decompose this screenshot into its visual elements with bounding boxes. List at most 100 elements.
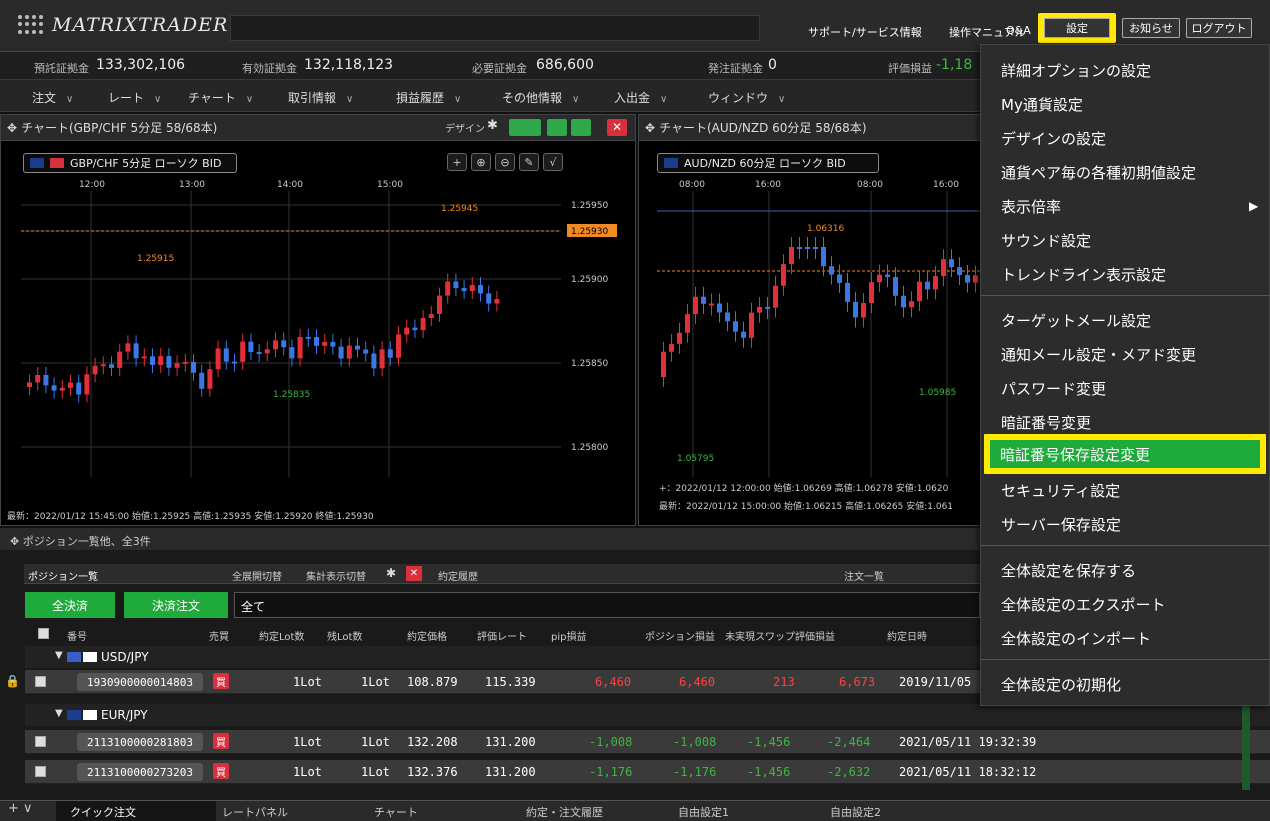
table-row[interactable]: 2113100000273203 買 1Lot 1Lot 132.376 131… <box>25 760 1270 784</box>
logout-button[interactable]: ログアウト <box>1186 18 1252 38</box>
crosshair-icon[interactable]: + <box>447 153 467 171</box>
col-header[interactable]: 番号 <box>67 628 87 643</box>
menu-item-import[interactable]: 全体設定のインポート <box>981 621 1270 655</box>
position-id[interactable]: 2113100000281803 <box>77 733 203 751</box>
tab-chart[interactable]: チャート <box>374 804 418 820</box>
position-id[interactable]: 2113100000273203 <box>77 763 203 781</box>
tab-orders[interactable]: 注文一覧 <box>844 568 884 583</box>
col-header[interactable]: 評価損益 <box>795 628 835 643</box>
zoom-out-icon[interactable]: ⊖ <box>495 153 515 171</box>
add-tab-icon[interactable]: + ∨ <box>8 801 33 816</box>
chart-title-bar[interactable]: ✥ チャート(GBP/CHF 5分足 58/68本) デザイン ✱ ✕ <box>1 115 635 141</box>
row-checkbox[interactable] <box>35 736 46 747</box>
expand-toggle[interactable]: 全展開切替 <box>232 568 282 583</box>
menu-item-pair-defaults[interactable]: 通貨ペア毎の各種初期値設定 <box>981 155 1270 189</box>
exec-price: 132.376 <box>407 765 458 779</box>
lock-icon[interactable]: 🔒 <box>5 674 20 688</box>
position-id[interactable]: 1930900000014803 <box>77 673 203 691</box>
col-header[interactable]: 約定日時 <box>887 628 927 643</box>
menu-item-password[interactable]: パスワード変更 <box>981 371 1270 405</box>
menu-trade-info[interactable]: 取引情報 ∨ <box>288 89 353 106</box>
menu-rate[interactable]: レート ∨ <box>108 89 161 106</box>
col-header[interactable]: 未実現スワップ <box>725 628 795 643</box>
group-row-eurjpy[interactable]: ▼ EUR/JPY <box>25 704 1270 726</box>
col-header[interactable]: ポジション損益 <box>645 628 715 643</box>
col-header[interactable]: 残Lot数 <box>327 628 362 643</box>
menu-item-target-mail[interactable]: ターゲットメール設定 <box>981 303 1270 337</box>
gear-icon[interactable]: ✱ <box>386 566 396 580</box>
tab-positions[interactable]: ポジション一覧 <box>28 568 98 583</box>
close-all-button[interactable]: 全決済 <box>25 592 115 618</box>
pencil-icon[interactable]: ✎ <box>519 153 539 171</box>
menu-order[interactable]: 注文 ∨ <box>32 89 73 106</box>
menu-other-info[interactable]: その他情報 ∨ <box>502 89 579 106</box>
candlestick-chart[interactable]: 12:00 13:00 14:00 15:00 1.25945 1.25915 1.2583… <box>21 177 617 507</box>
scrollbar[interactable] <box>1242 704 1250 790</box>
tab-custom-1[interactable]: 自由設定1 <box>678 804 729 820</box>
candle-body <box>43 374 49 386</box>
menu-chart[interactable]: チャート ∨ <box>188 89 253 106</box>
col-header[interactable]: 約定Lot数 <box>259 628 304 643</box>
col-header[interactable]: pip損益 <box>551 628 586 643</box>
candlestick-chart[interactable]: 08:00 16:00 08:00 16:00 1.06316 1.05985 1.0579… <box>657 177 983 495</box>
col-header[interactable]: 売買 <box>209 628 229 643</box>
move-icon[interactable]: ✥ <box>7 121 17 135</box>
menu-item-pin-save[interactable]: 暗証番号保存設定変更 <box>990 440 1260 468</box>
menu-deposit[interactable]: 入出金 ∨ <box>614 89 667 106</box>
menu-item-detail-options[interactable]: 詳細オプションの設定 <box>981 53 1270 87</box>
col-header[interactable]: 約定価格 <box>407 628 447 643</box>
support-link[interactable]: サポート/サービス情報 <box>808 24 922 40</box>
table-row[interactable]: 2113100000281803 買 1Lot 1Lot 132.208 131… <box>25 730 1270 754</box>
menu-item-security[interactable]: セキュリティ設定 <box>981 473 1270 507</box>
row-checkbox[interactable] <box>35 766 46 777</box>
close-icon[interactable]: ✕ <box>607 119 627 136</box>
close-order-button[interactable]: 決済注文 <box>124 592 228 618</box>
col-header[interactable]: 評価レート <box>477 628 527 643</box>
menu-pl-history[interactable]: 損益履歴 ∨ <box>396 89 461 106</box>
symbol-select[interactable]: GBP/CHF 5分足 ローソク BID <box>23 153 237 173</box>
indicator-icon[interactable]: √ <box>543 153 563 171</box>
menu-item-server-save[interactable]: サーバー保存設定 <box>981 507 1270 541</box>
candle-body <box>248 341 254 353</box>
tab-custom-2[interactable]: 自由設定2 <box>830 804 881 820</box>
tab-history[interactable]: 約定・注文履歴 <box>526 804 603 820</box>
top-search-field[interactable] <box>230 15 760 41</box>
menu-item-export[interactable]: 全体設定のエクスポート <box>981 587 1270 621</box>
menu-item-reset[interactable]: 全体設定の初期化 <box>981 667 1270 701</box>
group-pair: USD/JPY <box>101 650 149 664</box>
candle-body <box>387 349 393 358</box>
filter-select[interactable]: 全て <box>234 592 980 618</box>
notice-button[interactable]: お知らせ <box>1122 18 1180 38</box>
tab-rate-panel[interactable]: レートパネル <box>222 804 288 820</box>
summary-toggle[interactable]: 集計表示切替 <box>306 568 366 583</box>
move-icon[interactable]: ✥ <box>645 121 655 135</box>
qa-link[interactable]: Q&A <box>1006 24 1031 37</box>
chart-title-bar[interactable]: ✥ チャート(AUD/NZD 60分足 58/68本) <box>639 115 981 141</box>
maximize-icon[interactable] <box>571 119 591 136</box>
menu-item-design[interactable]: デザインの設定 <box>981 121 1270 155</box>
gear-icon[interactable]: ✱ <box>487 118 498 133</box>
menu-item-sound[interactable]: サウンド設定 <box>981 223 1270 257</box>
symbol-select[interactable]: AUD/NZD 60分足 ローソク BID <box>657 153 879 173</box>
select-all-checkbox[interactable] <box>38 628 49 639</box>
menu-label: レート <box>108 91 145 105</box>
close-icon[interactable]: ✕ <box>406 566 422 581</box>
divider <box>981 295 1270 296</box>
tab-history[interactable]: 約定履歴 <box>438 568 478 583</box>
menu-item-display-scale[interactable]: 表示倍率 ▶ <box>981 189 1270 223</box>
menu-window[interactable]: ウィンドウ ∨ <box>708 89 785 106</box>
layout-icon[interactable] <box>509 119 541 136</box>
menu-item-notify-mail[interactable]: 通知メール設定・メアド変更 <box>981 337 1270 371</box>
tab-quick-order[interactable]: クイック注文 <box>70 804 136 820</box>
menu-item-trendline[interactable]: トレンドライン表示設定 <box>981 257 1270 291</box>
price-label: 1.25900 <box>571 275 608 285</box>
symbol-label: AUD/NZD 60分足 ローソク BID <box>684 157 846 170</box>
minimize-icon[interactable] <box>547 119 567 136</box>
move-icon[interactable]: ✥ <box>10 535 23 548</box>
candle-body <box>215 348 221 370</box>
row-checkbox[interactable] <box>35 676 46 687</box>
menu-item-save-all[interactable]: 全体設定を保存する <box>981 553 1270 587</box>
settings-button[interactable]: 設定 <box>1044 18 1110 38</box>
zoom-in-icon[interactable]: ⊕ <box>471 153 491 171</box>
menu-item-my-currency[interactable]: My通貨設定 <box>981 87 1270 121</box>
